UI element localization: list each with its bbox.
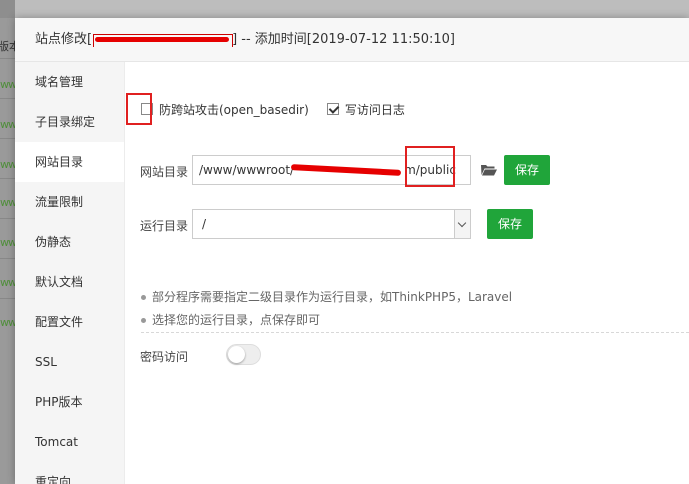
sidebar-item-traffic-limit[interactable]: 流量限制 <box>15 182 124 222</box>
tip-item: 部分程序需要指定二级目录作为运行目录，如ThinkPHP5，Laravel <box>141 288 512 305</box>
sidebar-item-redirect[interactable]: 重定向 <box>15 462 124 484</box>
access-log-label: 写访问日志 <box>344 102 405 117</box>
sidebar-item-default-doc[interactable]: 默认文档 <box>15 262 124 302</box>
run-dir-value: / <box>202 217 207 231</box>
site-dir-value-start: /www/wwwroot/ <box>199 163 295 177</box>
folder-open-icon[interactable] <box>480 162 498 178</box>
bullet-icon <box>141 295 146 300</box>
settings-sidebar: 域名管理 子目录绑定 网站目录 流量限制 伪静态 默认文档 配置文件 SSL P… <box>15 62 125 484</box>
background-row-marker: www <box>0 78 15 91</box>
run-dir-select[interactable]: / <box>192 209 471 239</box>
site-directory-panel: 防跨站攻击(open_basedir) 写访问日志 网站目录 /www/wwwr… <box>125 62 689 484</box>
background-row-marker: www <box>0 316 15 329</box>
background-row-divider <box>0 258 15 259</box>
sidebar-item-subdir-binding[interactable]: 子目录绑定 <box>15 102 124 142</box>
access-log-checkbox[interactable] <box>326 103 339 115</box>
modal-title: 站点修改[ ] -- 添加时间[2019-07-12 11:50:10] <box>15 18 689 62</box>
background-row-marker: www <box>0 118 15 131</box>
tip-text: 选择您的运行目录，点保存即可 <box>152 313 321 327</box>
background-row-marker: www <box>0 196 15 209</box>
background-row-marker: www <box>0 158 15 171</box>
redacted-domain <box>93 33 234 47</box>
site-edit-modal: 站点修改[ ] -- 添加时间[2019-07-12 11:50:10] 域名管理… <box>15 18 689 484</box>
highlight-box-checkbox <box>126 93 152 125</box>
background-row-divider <box>0 218 15 219</box>
sidebar-item-php-version[interactable]: PHP版本 <box>15 382 124 422</box>
redacted-path <box>290 164 402 176</box>
run-dir-label: 运行目录 <box>140 219 189 233</box>
tip-text: 部分程序需要指定二级目录作为运行目录，如ThinkPHP5，Laravel <box>152 290 513 304</box>
tip-item: 选择您的运行目录，点保存即可 <box>141 311 320 328</box>
background-column-label: 版本 <box>0 40 15 53</box>
bullet-icon <box>141 318 146 323</box>
background-header <box>0 0 15 18</box>
background-page: 版本 www www www www www www www <box>0 0 15 484</box>
site-dir-label: 网站目录 <box>140 165 189 179</box>
background-row-divider <box>0 58 15 59</box>
anti-xss-label: 防跨站攻击(open_basedir) <box>159 102 309 117</box>
options-row: 防跨站攻击(open_basedir) 写访问日志 <box>141 100 405 118</box>
background-row-marker: www <box>0 276 15 289</box>
modal-title-suffix: ] -- 添加时间[2019-07-12 11:50:10] <box>232 32 456 47</box>
modal-title-prefix: 站点修改[ <box>35 32 93 47</box>
highlight-box-public <box>405 146 455 187</box>
sidebar-item-config-file[interactable]: 配置文件 <box>15 302 124 342</box>
background-row-marker: www <box>0 236 15 249</box>
chevron-down-icon <box>454 210 470 238</box>
password-access-label: 密码访问 <box>140 350 189 364</box>
sidebar-item-rewrite[interactable]: 伪静态 <box>15 222 124 262</box>
background-row-divider <box>0 178 15 179</box>
site-dir-save-button[interactable]: 保存 <box>504 155 551 185</box>
password-access-toggle[interactable] <box>226 344 261 365</box>
sidebar-item-domain[interactable]: 域名管理 <box>15 62 124 102</box>
run-dir-save-button[interactable]: 保存 <box>487 209 534 239</box>
background-row-divider <box>0 298 15 299</box>
section-divider <box>141 332 689 333</box>
background-row-divider <box>0 138 15 139</box>
sidebar-item-ssl[interactable]: SSL <box>15 342 124 382</box>
sidebar-item-tomcat[interactable]: Tomcat <box>15 422 124 462</box>
sidebar-item-site-directory[interactable]: 网站目录 <box>15 142 124 182</box>
background-row-divider <box>0 98 15 99</box>
